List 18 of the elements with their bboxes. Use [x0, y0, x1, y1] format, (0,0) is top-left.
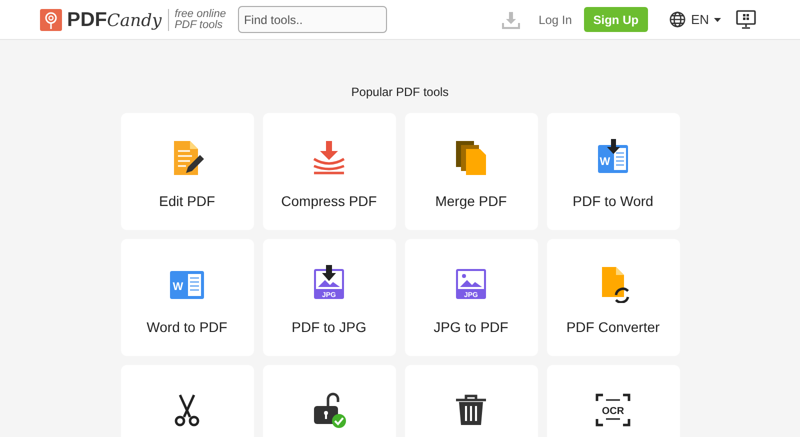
login-link[interactable]: Log In: [538, 10, 572, 28]
caret-icon: [714, 18, 721, 22]
language-selector[interactable]: EN: [668, 10, 721, 30]
lollipop-icon: [40, 8, 62, 30]
tool-card[interactable]: W Word to PDF: [120, 239, 254, 356]
logo[interactable]: PDFCandy: [40, 8, 162, 30]
section-title: Popular PDF tools: [351, 84, 449, 101]
tool-card[interactable]: Edit PDF: [120, 113, 254, 230]
tool-card[interactable]: OCR: [546, 365, 680, 437]
tool-card[interactable]: W PDF to Word: [546, 113, 680, 230]
search-field[interactable]: Find tools..: [238, 6, 387, 33]
tagline: free online: [174, 8, 226, 20]
tool-card[interactable]: PDF Converter: [546, 239, 680, 356]
tool-card[interactable]: Compress PDF: [262, 113, 396, 230]
globe-icon: [668, 11, 686, 28]
tagline: PDF tools: [174, 20, 224, 30]
desktop-icon[interactable]: [736, 10, 756, 30]
tool-card[interactable]: Merge PDF: [404, 113, 538, 230]
